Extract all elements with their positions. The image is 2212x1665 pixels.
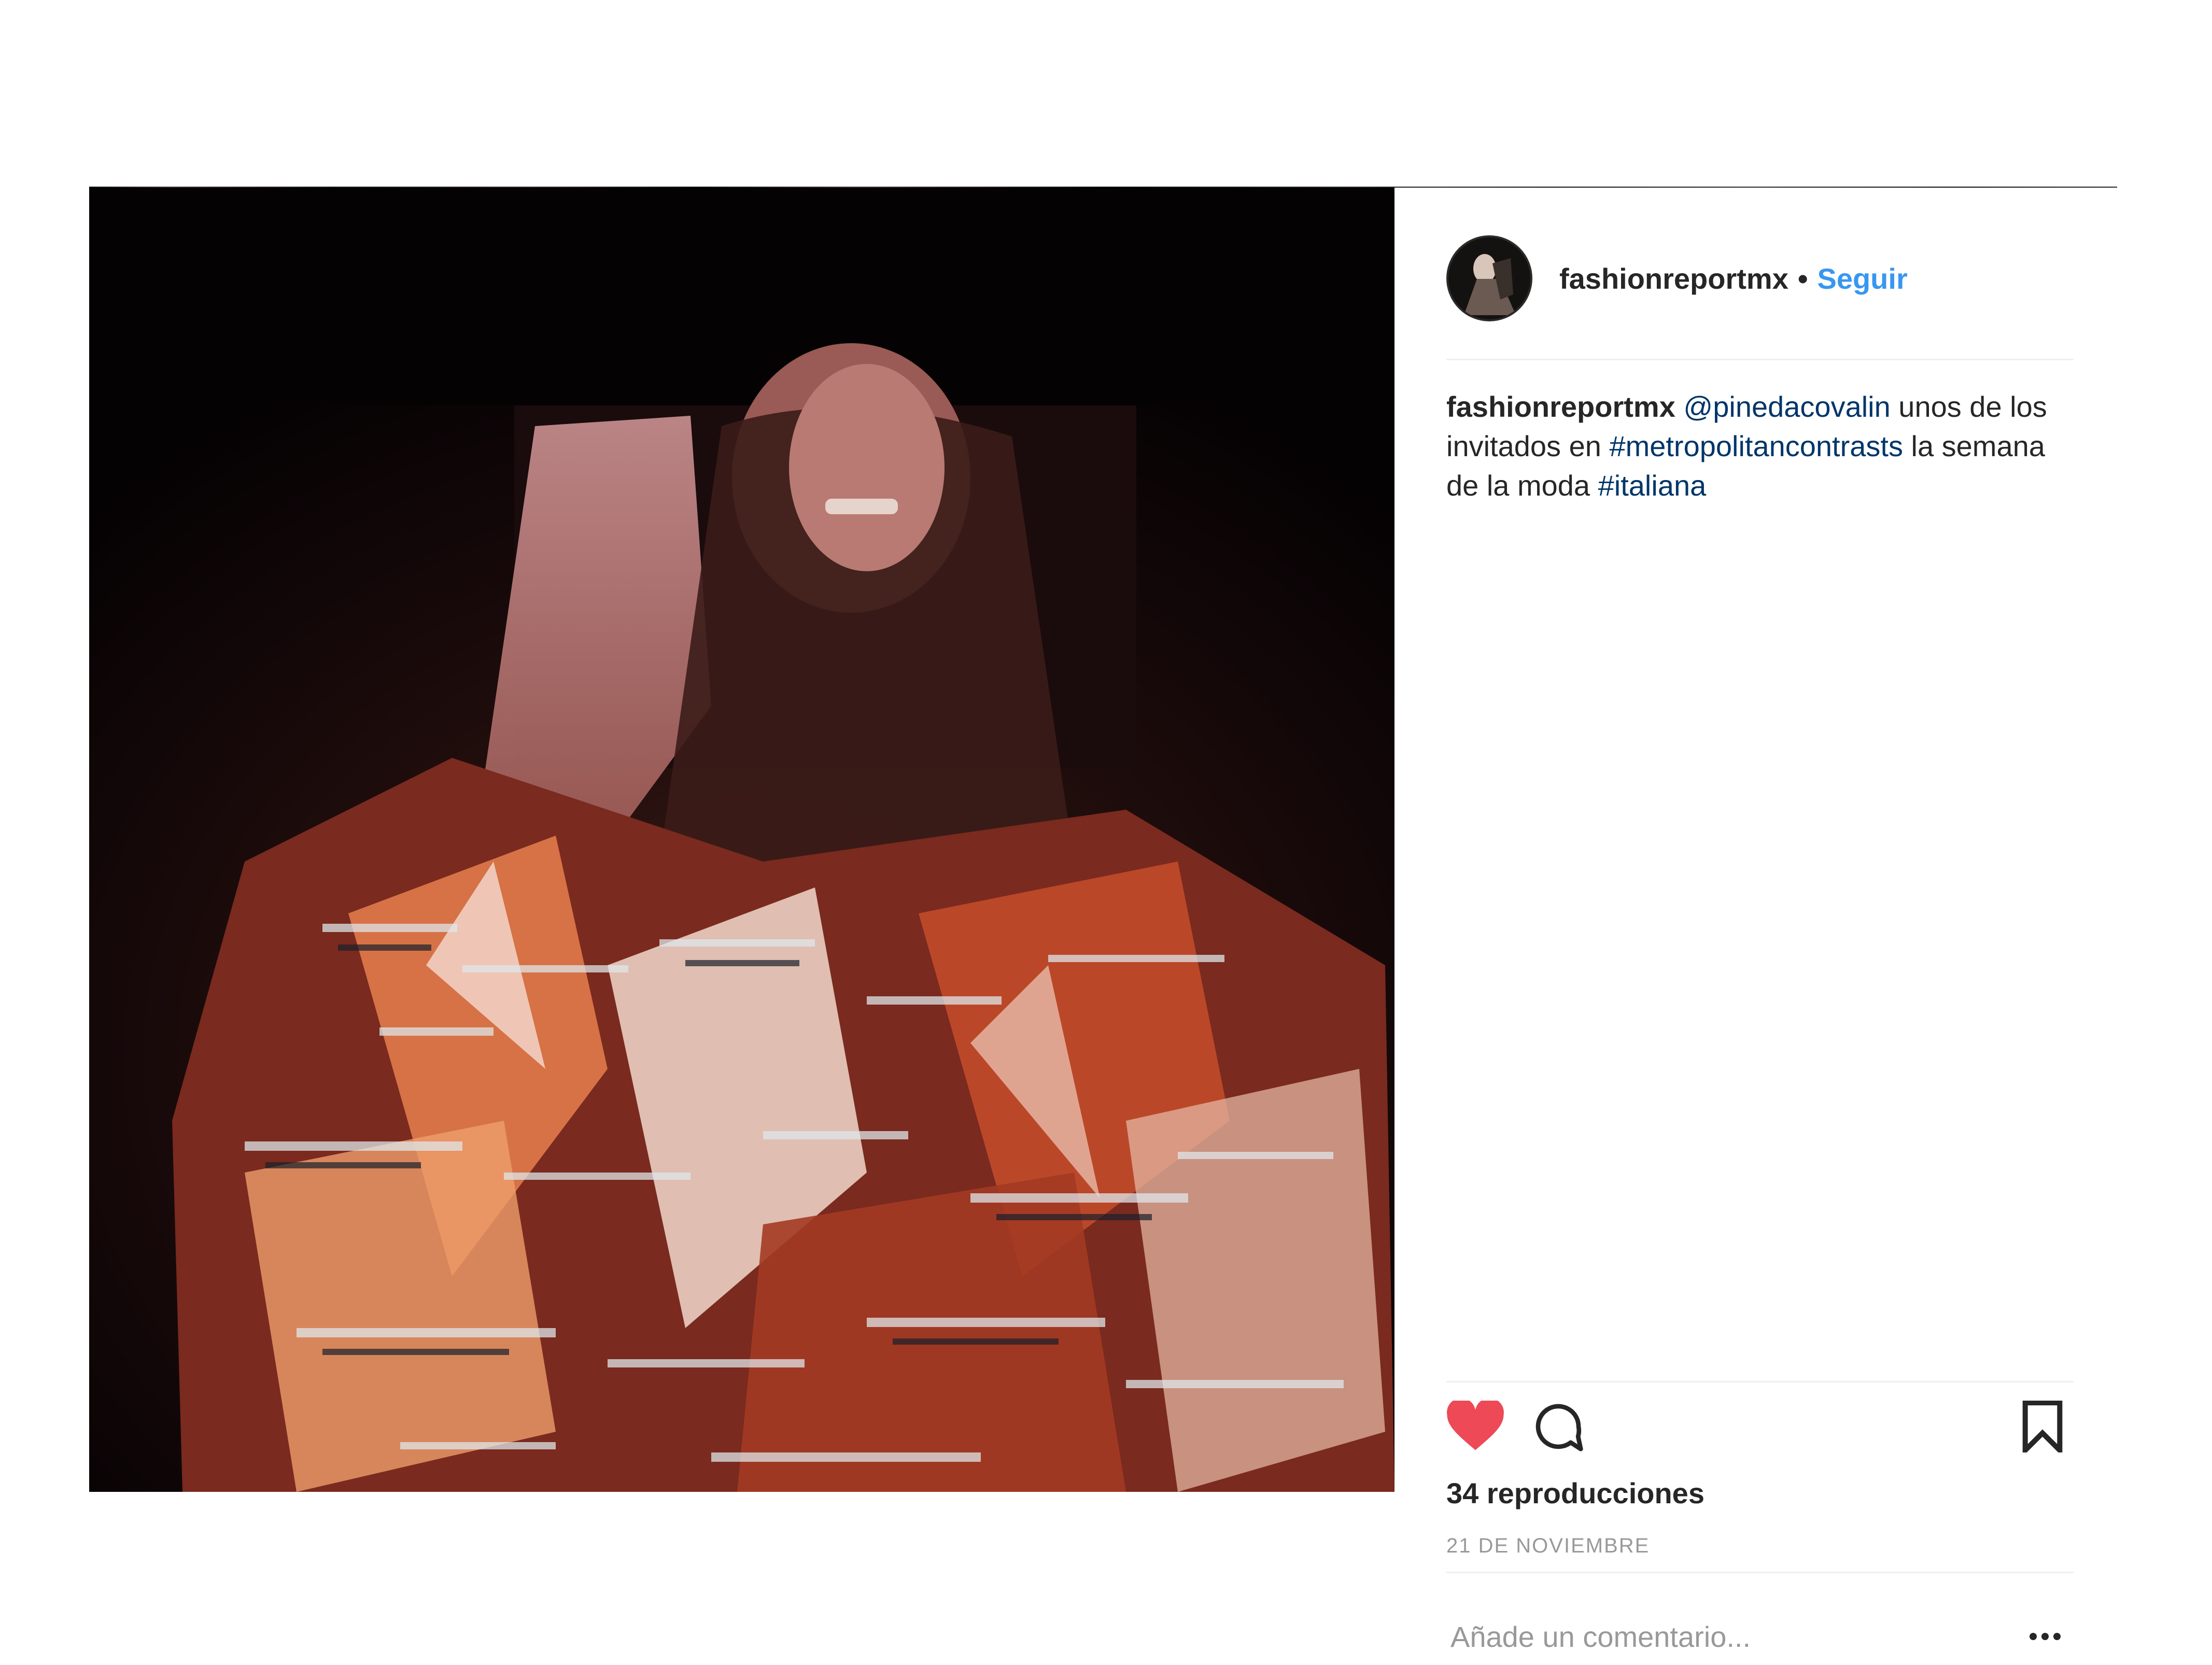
post-container: fashionreportmx • Seguir fashionreportmx @…: [89, 188, 2117, 1665]
bookmark-icon: [2022, 1401, 2063, 1452]
hashtag-link-metropolitancontrasts[interactable]: #metropolitancontrasts: [1609, 430, 1903, 462]
post-header: fashionreportmx • Seguir: [1446, 234, 2074, 322]
username-link[interactable]: fashionreportmx: [1559, 262, 1788, 295]
more-options-button[interactable]: [2017, 1613, 2074, 1660]
heart-icon: [1447, 1401, 1504, 1450]
comment-icon: [1535, 1404, 1583, 1451]
header-divider: [1446, 359, 2074, 360]
follow-button[interactable]: Seguir: [1817, 262, 1907, 295]
comment-button[interactable]: [1527, 1395, 1589, 1458]
post-sidebar: fashionreportmx • Seguir fashionreportmx @…: [1394, 188, 2117, 1665]
mention-link[interactable]: @pinedacovalin: [1683, 390, 1890, 423]
hashtag-link-italiana[interactable]: #italiana: [1598, 469, 1707, 502]
more-options-icon: [2030, 1633, 2061, 1640]
caption-username-link[interactable]: fashionreportmx: [1446, 390, 1675, 423]
post-caption: fashionreportmx @pinedacovalin unos de l…: [1446, 387, 2074, 505]
header-text: fashionreportmx • Seguir: [1559, 262, 1908, 295]
comment-divider: [1446, 1572, 2074, 1573]
post-date: 21 DE NOVIEMBRE: [1446, 1534, 1650, 1557]
avatar[interactable]: [1446, 235, 1532, 321]
post-video[interactable]: [89, 188, 1394, 1492]
video-frame: [89, 188, 1394, 1492]
like-button[interactable]: [1444, 1395, 1506, 1458]
action-bar: [1444, 1395, 2074, 1458]
save-button[interactable]: [2011, 1395, 2074, 1458]
view-count: 34 reproducciones: [1446, 1477, 1704, 1509]
avatar-image: [1448, 237, 1530, 319]
comment-input[interactable]: [1446, 1608, 2004, 1665]
actions-divider: [1446, 1381, 2074, 1382]
separator-dot: •: [1797, 262, 1808, 295]
